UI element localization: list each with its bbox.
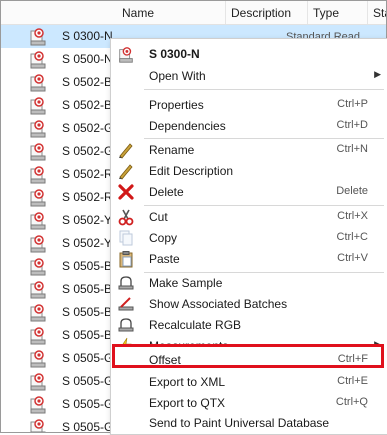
color-standard-icon xyxy=(30,350,46,368)
menu-item-label: Delete xyxy=(149,185,184,199)
menu-item-make-sample[interactable]: Make Sample xyxy=(111,273,387,293)
list-item-label: S 0300-N xyxy=(62,29,113,43)
color-standard-icon xyxy=(30,419,46,432)
color-standard-icon xyxy=(30,327,46,345)
menu-separator xyxy=(144,205,384,206)
menu-item-label: Paste xyxy=(149,252,180,266)
menu-item-rename[interactable]: Rename Ctrl+N xyxy=(111,140,387,160)
color-standard-icon xyxy=(30,373,46,391)
menu-title-label: S 0300-N xyxy=(149,47,200,61)
color-standard-icon xyxy=(30,143,46,161)
list-item-label: S 0505-G xyxy=(62,351,114,365)
menu-item-shortcut: Ctrl+X xyxy=(337,210,368,222)
column-description[interactable]: Description xyxy=(231,6,291,20)
menu-item-shortcut: Ctrl+C xyxy=(336,231,368,243)
menu-item-shortcut: Ctrl+V xyxy=(337,252,368,264)
column-status[interactable]: Sta xyxy=(373,6,386,20)
pencil-icon xyxy=(119,164,133,180)
color-standard-icon xyxy=(30,281,46,299)
color-standard-icon xyxy=(30,28,46,46)
color-standard-icon xyxy=(30,304,46,322)
batches-icon xyxy=(118,297,134,311)
context-menu: S 0300-N Open With ▶ Properties Ctrl+P D… xyxy=(110,38,387,435)
menu-item-label: Rename xyxy=(149,143,195,157)
menu-item-shortcut: Ctrl+P xyxy=(337,98,368,110)
menu-item-shortcut: Ctrl+D xyxy=(336,119,368,131)
color-standard-icon xyxy=(30,189,46,207)
column-header: Name Description Type Sta xyxy=(1,1,386,25)
menu-item-label: Open With xyxy=(149,69,206,83)
menu-item-label: Cut xyxy=(149,210,168,224)
menu-item-label: Make Sample xyxy=(149,276,223,290)
column-separator xyxy=(367,1,368,24)
menu-item-shortcut: Ctrl+Q xyxy=(335,396,368,408)
menu-item-dependencies[interactable]: Dependencies Ctrl+D xyxy=(111,116,387,136)
menu-item-label: Send to Paint Universal Database xyxy=(149,416,330,430)
color-standard-icon xyxy=(30,120,46,138)
chevron-right-icon: ▶ xyxy=(374,69,381,79)
color-standard-icon xyxy=(30,396,46,414)
menu-item-export-xml[interactable]: Export to XML Ctrl+E xyxy=(111,372,387,392)
menu-item-label: Copy xyxy=(149,231,178,245)
column-name[interactable]: Name xyxy=(122,6,154,20)
pencil-icon xyxy=(119,143,133,159)
menu-item-label: Export to XML xyxy=(149,375,226,389)
scissors-icon xyxy=(118,209,134,226)
menu-item-label: Edit Description xyxy=(149,164,234,178)
color-standard-icon xyxy=(30,212,46,230)
menu-item-copy[interactable]: Copy Ctrl+C xyxy=(111,228,387,248)
menu-item-properties[interactable]: Properties Ctrl+P xyxy=(111,95,387,115)
menu-item-recalculate-rgb[interactable]: Recalculate RGB xyxy=(111,315,387,335)
menu-item-cut[interactable]: Cut Ctrl+X xyxy=(111,207,387,227)
list-item-label: S 0500-N xyxy=(62,52,113,66)
column-type[interactable]: Type xyxy=(313,6,339,20)
column-separator xyxy=(307,1,308,24)
menu-item-shortcut: Ctrl+E xyxy=(337,375,368,387)
menu-item-delete[interactable]: Delete Delete xyxy=(111,182,387,202)
menu-item-open-with[interactable]: Open With ▶ xyxy=(111,66,387,86)
copy-icon xyxy=(119,230,133,246)
highlight-box xyxy=(112,344,384,368)
delete-x-icon xyxy=(118,184,134,200)
color-standard-icon xyxy=(30,74,46,92)
paste-clipboard-icon xyxy=(119,251,133,268)
menu-item-shortcut: Delete xyxy=(336,185,368,197)
color-standard-icon xyxy=(30,166,46,184)
color-standard-icon xyxy=(30,51,46,69)
color-standard-icon xyxy=(119,47,133,63)
color-standard-icon xyxy=(30,97,46,115)
sample-icon xyxy=(118,276,134,290)
menu-item-paste[interactable]: Paste Ctrl+V xyxy=(111,249,387,269)
menu-item-label: Properties xyxy=(149,98,204,112)
sample-icon xyxy=(118,318,134,332)
list-item-label: S 0505-B xyxy=(62,259,113,273)
menu-separator xyxy=(144,89,384,90)
menu-item-label: Recalculate RGB xyxy=(149,318,242,332)
menu-item-send-to-database[interactable]: Send to Paint Universal Database xyxy=(111,413,387,433)
menu-item-show-batches[interactable]: Show Associated Batches xyxy=(111,294,387,314)
list-item-label: S 0502-R xyxy=(62,167,113,181)
menu-item-export-qtx[interactable]: Export to QTX Ctrl+Q xyxy=(111,393,387,413)
menu-separator xyxy=(144,138,384,139)
menu-title[interactable]: S 0300-N xyxy=(111,44,387,64)
menu-item-shortcut: Ctrl+N xyxy=(336,143,368,155)
list-item-label: S 0502-G xyxy=(62,121,114,135)
menu-item-label: Export to QTX xyxy=(149,396,226,410)
color-standard-icon xyxy=(30,235,46,253)
menu-item-label: Dependencies xyxy=(149,119,226,133)
menu-item-label: Show Associated Batches xyxy=(149,297,288,311)
menu-item-edit-description[interactable]: Edit Description xyxy=(111,161,387,181)
list-item-label: S 0502-B xyxy=(62,75,113,89)
column-separator xyxy=(225,1,226,24)
list-item-label: S 0502-Y xyxy=(62,213,113,227)
color-standard-icon xyxy=(30,258,46,276)
